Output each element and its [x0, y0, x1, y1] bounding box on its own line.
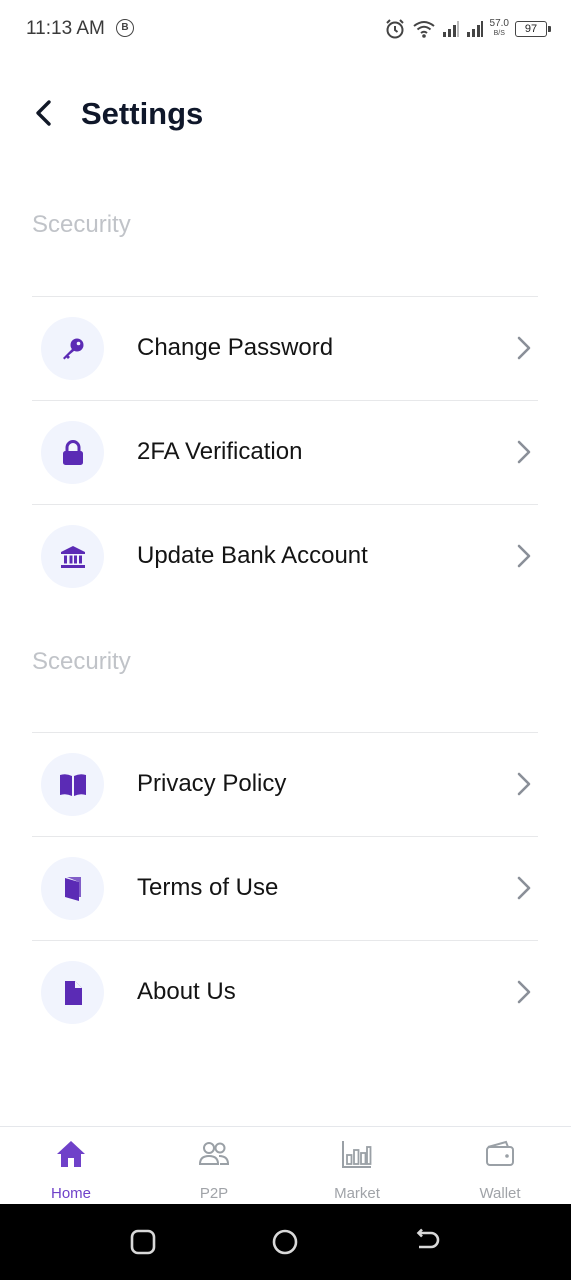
settings-list-security: Change Password 2FA Verification Update … — [32, 296, 538, 608]
chevron-left-icon — [36, 100, 51, 126]
status-time: 11:13 AM — [26, 18, 105, 39]
2fa-verification-row[interactable]: 2FA Verification — [32, 401, 538, 505]
lock-icon — [41, 421, 104, 484]
row-label: Update Bank Account — [137, 542, 368, 569]
wifi-icon — [412, 21, 435, 38]
status-icons: 57.0 B/S 97 — [384, 16, 551, 42]
chevron-right-icon — [517, 336, 531, 360]
row-label: About Us — [137, 978, 236, 1005]
page-title: Settings — [81, 96, 204, 131]
nav-label: Home — [50, 1185, 91, 1202]
home-icon — [57, 1141, 85, 1167]
wallet-icon — [486, 1140, 514, 1166]
home-circle-icon[interactable] — [271, 1228, 299, 1256]
network-speed: 57.0 B/S — [490, 19, 509, 39]
row-label: Terms of Use — [137, 874, 279, 901]
bank-icon — [41, 525, 104, 588]
book-icon — [41, 857, 104, 920]
bottom-nav: Home P2P Market Wallet — [0, 1126, 571, 1205]
change-password-row[interactable]: Change Password — [32, 297, 538, 401]
network-speed-value: 57.0 — [489, 18, 509, 29]
update-bank-account-row[interactable]: Update Bank Account — [32, 505, 538, 608]
chevron-right-icon — [517, 876, 531, 900]
row-label: 2FA Verification — [137, 438, 303, 465]
back-arrow-icon[interactable] — [413, 1228, 441, 1256]
chevron-right-icon — [517, 772, 531, 796]
nav-label: P2P — [199, 1185, 229, 1202]
settings-list-legal: Privacy Policy Terms of Use About Us — [32, 732, 538, 1044]
nav-label: Wallet — [479, 1185, 521, 1202]
alarm-icon — [385, 19, 404, 39]
privacy-policy-row[interactable]: Privacy Policy — [32, 733, 538, 837]
row-label: Change Password — [137, 334, 334, 361]
chevron-right-icon — [517, 980, 531, 1004]
about-us-row[interactable]: About Us — [32, 941, 538, 1044]
network-speed-unit: B/S — [493, 30, 505, 37]
terms-of-use-row[interactable]: Terms of Use — [32, 837, 538, 941]
signal-icon — [442, 21, 459, 37]
section-label-security: Scecurity — [32, 211, 131, 238]
recent-apps-icon[interactable] — [129, 1228, 157, 1256]
battery-level: 97 — [524, 23, 538, 35]
open-book-icon — [41, 753, 104, 816]
bar-chart-icon — [342, 1141, 372, 1168]
users-icon — [198, 1142, 230, 1165]
nav-label: Market — [334, 1185, 380, 1202]
nav-wallet[interactable]: Wallet — [429, 1127, 571, 1205]
chevron-right-icon — [517, 544, 531, 568]
nav-home[interactable]: Home — [0, 1127, 142, 1205]
section-label-legal: Scecurity — [32, 648, 131, 675]
system-nav-bar — [0, 1204, 571, 1280]
file-icon — [41, 961, 104, 1024]
notification-badge: B — [116, 19, 134, 37]
back-button[interactable] — [28, 94, 58, 132]
nav-market[interactable]: Market — [286, 1127, 428, 1205]
row-label: Privacy Policy — [137, 770, 287, 797]
signal-icon-2 — [466, 21, 483, 37]
chevron-right-icon — [517, 440, 531, 464]
battery-icon: 97 — [515, 21, 551, 37]
nav-p2p[interactable]: P2P — [143, 1127, 285, 1205]
status-bar: 11:13 AM B 57.0 B/S 97 — [0, 0, 571, 58]
key-icon — [41, 317, 104, 380]
